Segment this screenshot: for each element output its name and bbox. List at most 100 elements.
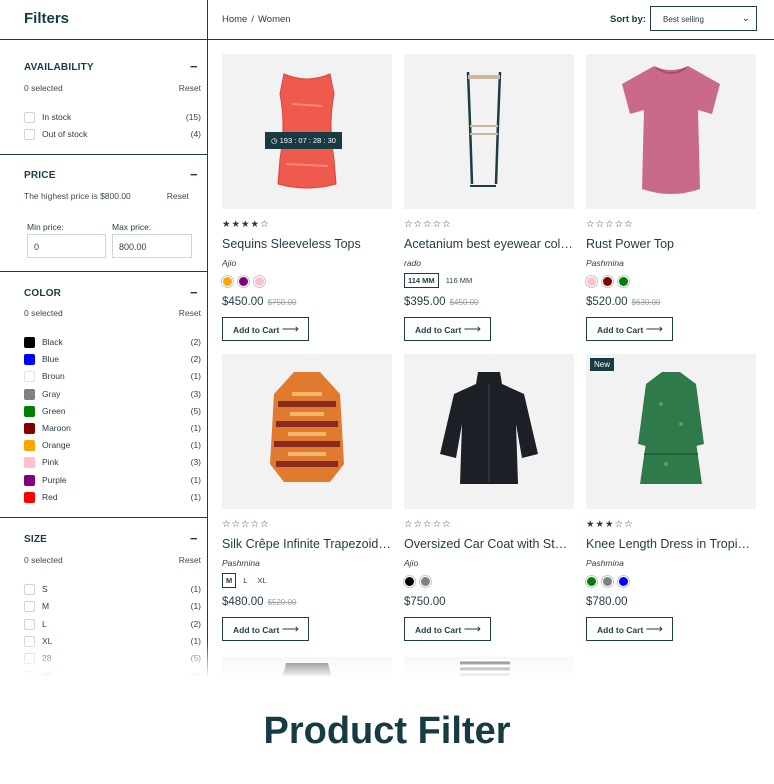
checkbox[interactable] xyxy=(24,112,35,123)
collapse-price-icon[interactable]: − xyxy=(190,168,198,181)
product-name[interactable]: Rust Power Top xyxy=(586,237,756,251)
swatch-orange[interactable] xyxy=(222,276,233,288)
add-to-cart-button[interactable]: Add to Cart ⟶ xyxy=(586,617,673,641)
swatch-pink[interactable] xyxy=(586,276,597,288)
color-heading[interactable]: COLOR xyxy=(24,288,61,299)
size-option-selected[interactable]: M xyxy=(222,573,237,588)
checkbox[interactable] xyxy=(24,618,35,630)
size-option[interactable]: M (1) xyxy=(24,600,201,613)
product-image[interactable] xyxy=(586,54,756,209)
product-image[interactable] xyxy=(222,354,392,509)
color-option[interactable]: Black (2) xyxy=(24,336,201,349)
color-swatch[interactable] xyxy=(24,371,35,383)
size-option-label: M xyxy=(42,601,50,612)
breadcrumb-home[interactable]: Home xyxy=(222,14,247,25)
sort-label: Sort by: xyxy=(610,14,646,25)
color-swatch[interactable] xyxy=(24,337,35,348)
color-option-label: Green xyxy=(42,405,66,416)
product-name[interactable]: Knee Length Dress in Tropical Print xyxy=(586,537,756,551)
color-option[interactable]: Gray (3) xyxy=(24,388,201,401)
swatch-gray[interactable] xyxy=(420,576,431,588)
color-swatch[interactable] xyxy=(24,388,35,400)
price-reset[interactable]: Reset xyxy=(158,191,189,201)
breadcrumb-separator: / xyxy=(251,14,254,25)
rating-stars: ★★★★☆ xyxy=(222,219,270,230)
product-image[interactable] xyxy=(404,54,574,209)
product-name[interactable]: Silk Crêpe Infinite Trapezoid Poncho xyxy=(222,537,392,551)
size-option[interactable]: XL xyxy=(254,574,269,587)
add-to-cart-button[interactable]: Add to Cart ⟶ xyxy=(404,617,491,641)
swatch-maroon[interactable] xyxy=(602,276,613,288)
swatch-green[interactable] xyxy=(586,576,597,588)
color-option[interactable]: Green (5) xyxy=(24,405,201,418)
product-name[interactable]: Acetanium best eyewear collection xyxy=(404,237,574,251)
availability-reset[interactable]: Reset xyxy=(170,83,201,93)
color-swatch[interactable] xyxy=(24,423,35,434)
color-option[interactable]: Purple (1) xyxy=(24,474,201,487)
min-price-input[interactable]: 0 xyxy=(27,234,106,258)
color-option-count: (3) xyxy=(190,388,201,399)
collapse-size-icon[interactable]: − xyxy=(190,532,198,545)
add-to-cart-button[interactable]: Add to Cart ⟶ xyxy=(404,317,491,341)
swatch-green[interactable] xyxy=(618,276,629,288)
color-reset[interactable]: Reset xyxy=(170,308,201,318)
size-reset[interactable]: Reset xyxy=(170,555,201,565)
size-option[interactable]: L (2) xyxy=(24,618,201,631)
color-option[interactable]: Red (1) xyxy=(24,491,201,504)
color-swatch[interactable] xyxy=(24,354,35,366)
availability-option[interactable]: Out of stock (4) xyxy=(24,128,201,141)
checkbox[interactable] xyxy=(24,584,35,595)
product-image[interactable]: New xyxy=(586,354,756,509)
availability-selected: 0 selected xyxy=(24,83,63,93)
color-option-count: (1) xyxy=(190,423,201,433)
size-option[interactable]: S (1) xyxy=(24,583,201,596)
sort-select[interactable]: Best selling ⌄ xyxy=(650,6,757,31)
price-heading[interactable]: PRICE xyxy=(24,170,56,181)
color-swatch[interactable] xyxy=(24,457,35,469)
swatch-gray[interactable] xyxy=(602,576,613,588)
product-brand: Pashmina xyxy=(222,558,260,568)
color-swatch[interactable] xyxy=(24,474,35,486)
swatch-purple[interactable] xyxy=(238,276,249,288)
add-to-cart-button[interactable]: Add to Cart ⟶ xyxy=(586,317,673,341)
checkbox[interactable] xyxy=(24,601,35,613)
color-option[interactable]: Orange (1) xyxy=(24,439,201,452)
arrow-right-icon: ⟶ xyxy=(281,322,299,336)
availability-heading[interactable]: AVAILABILITY xyxy=(24,62,94,73)
size-option-selected[interactable]: 114 MM xyxy=(404,273,439,288)
product-name[interactable]: Oversized Car Coat with Stand Collar xyxy=(404,537,574,551)
product-image[interactable]: ◷ 193 : 07 : 28 : 30 xyxy=(222,54,392,209)
size-option[interactable]: 116 MM xyxy=(443,274,476,287)
caption-title: Product Filter xyxy=(263,710,511,752)
size-heading[interactable]: SIZE xyxy=(24,534,47,545)
availability-option[interactable]: In stock (15) xyxy=(24,111,201,124)
color-swatches xyxy=(586,573,634,588)
product-brand: Pashmina xyxy=(586,258,624,268)
arrow-right-icon: ⟶ xyxy=(463,622,481,636)
product-name[interactable]: Sequins Sleeveless Tops xyxy=(222,237,392,251)
color-option[interactable]: Pink (3) xyxy=(24,456,201,469)
product-image[interactable] xyxy=(404,354,574,509)
swatch-pink[interactable] xyxy=(254,276,265,288)
color-option[interactable]: Broun (1) xyxy=(24,370,201,383)
max-price-input[interactable]: 800.00 xyxy=(112,234,192,258)
color-swatch[interactable] xyxy=(24,405,35,417)
collapse-availability-icon[interactable]: − xyxy=(190,60,198,73)
color-swatch[interactable] xyxy=(24,491,35,503)
swatch-black[interactable] xyxy=(404,576,415,588)
divider xyxy=(0,39,208,40)
size-option[interactable]: L xyxy=(240,574,250,587)
add-to-cart-button[interactable]: Add to Cart ⟶ xyxy=(222,617,309,641)
product-brand: Pashmina xyxy=(586,558,624,568)
product-price: $395.00 $450.00 xyxy=(404,296,479,308)
color-option-label: Red xyxy=(42,491,58,502)
swatch-blue[interactable] xyxy=(618,576,629,588)
breadcrumb: Home / Women xyxy=(222,14,295,25)
color-swatch[interactable] xyxy=(24,440,35,452)
color-option[interactable]: Blue (2) xyxy=(24,353,201,366)
checkbox[interactable] xyxy=(24,129,35,140)
color-option[interactable]: Maroon (1) xyxy=(24,422,201,435)
collapse-color-icon[interactable]: − xyxy=(190,286,198,299)
size-option-label: L xyxy=(42,618,47,629)
add-to-cart-button[interactable]: Add to Cart ⟶ xyxy=(222,317,309,341)
